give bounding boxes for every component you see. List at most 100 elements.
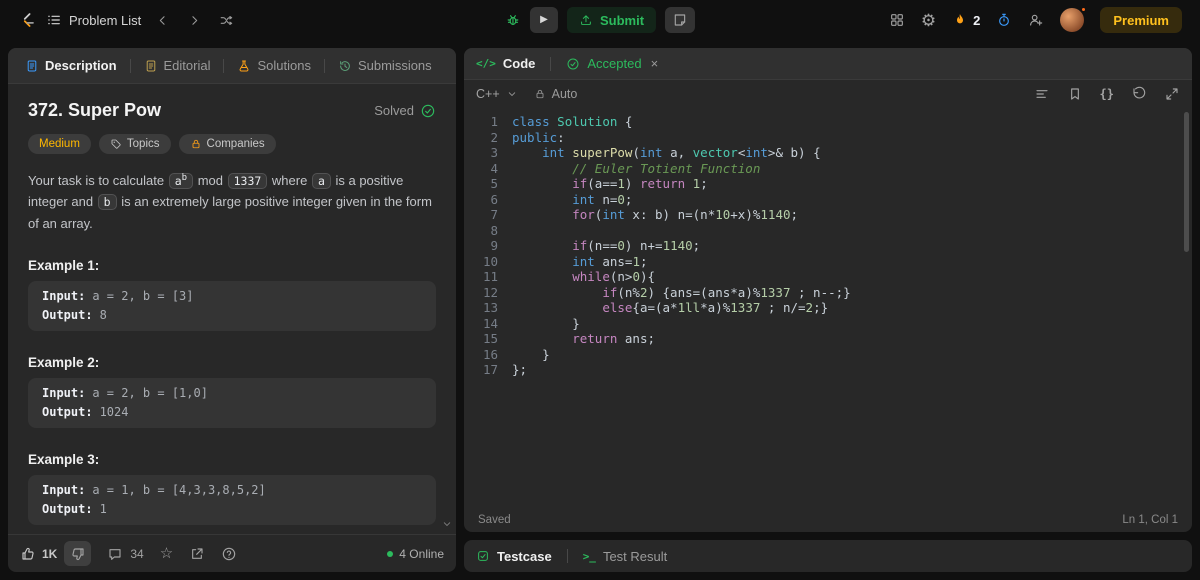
run-button[interactable]: ▶ <box>529 7 558 33</box>
timer-button[interactable] <box>996 12 1012 28</box>
flask-icon <box>240 60 249 71</box>
like-button[interactable]: 1K <box>20 546 57 562</box>
tab-testcase[interactable]: Testcase <box>476 549 552 564</box>
debug-icon <box>507 15 519 26</box>
chevron-right-icon <box>192 15 197 25</box>
tab-label: Submissions <box>357 58 432 73</box>
example-output-line: Output: 1 <box>42 502 107 517</box>
tab-accepted[interactable]: Accepted × <box>566 56 658 71</box>
tab-solutions[interactable]: Solutions <box>232 54 315 77</box>
streak-counter[interactable]: 2 <box>952 12 980 28</box>
example-label: Example 1: <box>28 258 100 274</box>
submit-label: Submit <box>599 12 645 28</box>
editor-toolbar-icons: {} <box>1034 86 1180 102</box>
tab-divider <box>323 58 325 73</box>
fullscreen-button[interactable] <box>1164 86 1180 102</box>
comments-button[interactable]: 34 <box>107 546 144 562</box>
submit-button[interactable]: Submit <box>566 7 657 33</box>
format-lines-button[interactable] <box>1034 86 1050 102</box>
tab-divider <box>129 58 131 73</box>
close-icon[interactable]: × <box>651 56 659 71</box>
topics-button[interactable]: Topics <box>98 134 171 154</box>
terminal-icon: >_ <box>582 549 596 563</box>
star-icon: ☆ <box>159 545 174 562</box>
tab-label: Solutions <box>257 58 311 73</box>
debug-button[interactable] <box>505 12 521 28</box>
apps-grid-button[interactable] <box>889 12 905 28</box>
solved-label: Solved <box>374 103 414 118</box>
next-problem-button[interactable] <box>183 9 205 31</box>
thumbs-up-icon <box>22 547 34 560</box>
invite-button[interactable] <box>1028 12 1044 28</box>
play-icon: ▶ <box>540 14 548 25</box>
tab-code-label: Code <box>502 56 536 71</box>
example-output-line: Output: 1024 <box>42 405 129 420</box>
online-indicator: 4 Online <box>387 547 444 561</box>
scrollbar-down-icon[interactable] <box>441 518 453 530</box>
share-button[interactable] <box>189 546 205 562</box>
bookmark-icon <box>1070 88 1079 100</box>
dislike-button[interactable] <box>64 541 92 566</box>
history-icon <box>340 60 350 71</box>
tab-test-result[interactable]: >_ Test Result <box>583 549 668 564</box>
chevron-left-icon <box>159 15 165 25</box>
settings-button[interactable]: ⚙ <box>921 12 936 29</box>
vote-group: 1K <box>20 541 92 566</box>
check-square-icon <box>478 551 488 561</box>
stopwatch-icon <box>999 13 1010 26</box>
solved-badge: Solved <box>374 103 436 119</box>
note-icon <box>674 14 686 26</box>
feedback-button[interactable] <box>221 546 237 562</box>
leetcode-logo[interactable] <box>18 11 36 29</box>
example-block: Input: a = 1, b = [4,3,3,8,5,2] Output: 1 <box>28 475 436 526</box>
bookmark-button[interactable] <box>1067 86 1083 102</box>
example-output-line: Output: 8 <box>42 308 107 323</box>
format-lines-icon <box>1035 90 1048 98</box>
companies-button[interactable]: Companies <box>178 134 276 154</box>
topbar-right: ⚙ 2 Premium <box>889 6 1182 33</box>
description-panel: Description Editorial Solutions Submissi… <box>8 48 456 572</box>
user-avatar[interactable] <box>1060 6 1088 32</box>
external-link-icon <box>192 547 203 559</box>
example-input-line: Input: a = 2, b = [3] <box>42 289 194 304</box>
user-plus-icon <box>1030 14 1043 26</box>
tab-code[interactable]: </> Code <box>476 56 535 71</box>
tab-label: Editorial <box>163 58 211 73</box>
language-select[interactable]: C++ <box>476 87 518 101</box>
favorite-button[interactable]: ☆ <box>160 546 173 561</box>
format-code-button[interactable]: {} <box>1100 87 1114 101</box>
topbar-left: Problem List <box>18 9 237 31</box>
code-editor[interactable]: 1 2 3 4 5 6 7 8 9 10 11 12 13 14 15 16 17 class Solution… <box>464 108 1192 508</box>
description-content[interactable]: 372. Super Pow Solved Medium Topics Comp… <box>8 84 456 534</box>
example-input-line: Input: a = 1, b = [4,3,3,8,5,2] <box>42 483 266 498</box>
tab-editorial[interactable]: Editorial <box>139 54 216 77</box>
problem-list-button[interactable]: Problem List <box>46 12 141 28</box>
code-icon: </> <box>476 57 496 70</box>
question-icon <box>222 547 236 560</box>
page-title: 372. Super Pow <box>28 100 162 120</box>
editor-statusbar: Saved Ln 1, Col 1 <box>464 508 1192 532</box>
notes-button[interactable] <box>665 7 696 33</box>
tab-divider <box>566 549 568 563</box>
example-label: Example 2: <box>28 355 100 371</box>
tab-description[interactable]: Description <box>20 54 122 77</box>
prev-problem-button[interactable] <box>151 9 173 31</box>
reset-code-button[interactable] <box>1131 86 1147 102</box>
random-problem-button[interactable] <box>215 9 237 31</box>
like-count: 1K <box>42 546 58 561</box>
tab-submissions[interactable]: Submissions <box>333 54 437 77</box>
description-icon <box>27 60 37 71</box>
thumbs-down-icon <box>72 547 84 560</box>
difficulty-badge[interactable]: Medium <box>28 134 91 154</box>
gear-icon: ⚙ <box>920 10 937 30</box>
code-panel-header: </> Code Accepted × <box>464 48 1192 80</box>
saved-status: Saved <box>478 514 511 526</box>
premium-button[interactable]: Premium <box>1100 7 1182 33</box>
tab-label: Description <box>45 58 117 73</box>
example-label: Example 3: <box>28 452 100 468</box>
chevron-down-icon <box>508 92 515 96</box>
meta-pills: Medium Topics Companies <box>28 134 436 154</box>
auto-mode[interactable]: Auto <box>534 87 577 101</box>
line-numbers: 1 2 3 4 5 6 7 8 9 10 11 12 13 14 15 16 17 <box>482 114 498 377</box>
editor-scrollbar[interactable] <box>1184 112 1189 252</box>
